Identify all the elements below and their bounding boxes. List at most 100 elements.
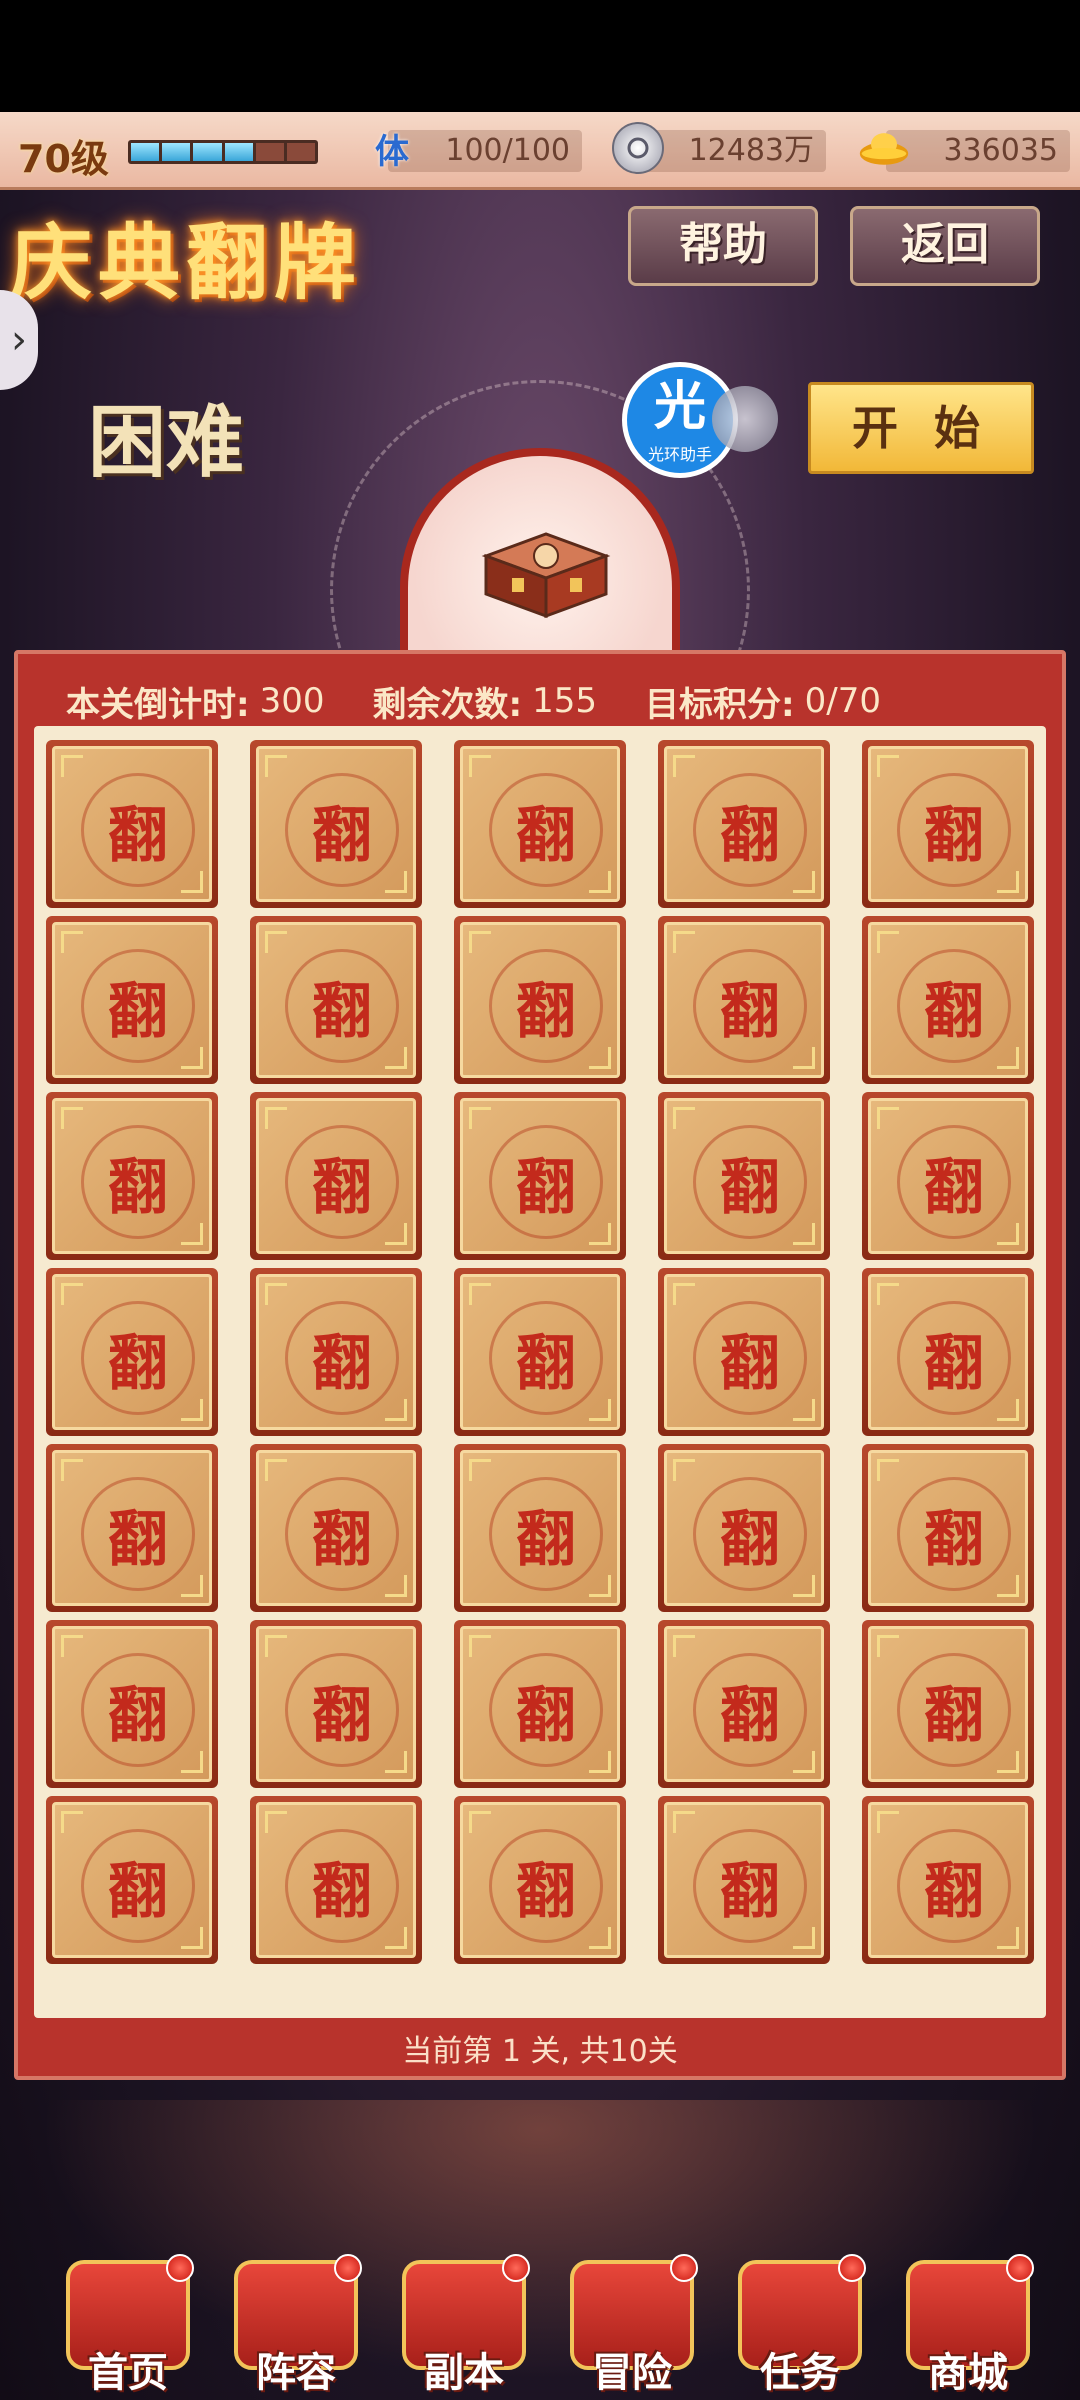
flip-card[interactable]: 翻 bbox=[46, 1268, 218, 1436]
flip-card[interactable]: 翻 bbox=[658, 1796, 830, 1964]
corner-ornament bbox=[265, 1283, 287, 1305]
corner-ornament bbox=[877, 1635, 899, 1657]
corner-ornament bbox=[997, 1927, 1019, 1949]
card-glyph: 翻 bbox=[897, 949, 1011, 1063]
flip-card[interactable]: 翻 bbox=[250, 1444, 422, 1612]
flip-card[interactable]: 翻 bbox=[454, 1444, 626, 1612]
corner-ornament bbox=[793, 1751, 815, 1773]
notification-dot bbox=[502, 2254, 530, 2282]
card-face: 翻 bbox=[664, 1626, 824, 1782]
card-glyph: 翻 bbox=[81, 773, 195, 887]
flip-card[interactable]: 翻 bbox=[862, 1092, 1034, 1260]
card-glyph: 翻 bbox=[489, 773, 603, 887]
flip-card[interactable]: 翻 bbox=[454, 1620, 626, 1788]
stamina-icon: 体 bbox=[375, 131, 409, 172]
xp-segment bbox=[131, 143, 160, 161]
card-glyph: 翻 bbox=[693, 1301, 807, 1415]
xp-segment bbox=[255, 143, 284, 161]
flip-card[interactable]: 翻 bbox=[46, 916, 218, 1084]
card-face: 翻 bbox=[664, 1274, 824, 1430]
gold-ingot-icon bbox=[858, 122, 910, 174]
flip-card[interactable]: 翻 bbox=[862, 1796, 1034, 1964]
nav-item[interactable]: 阵容 bbox=[216, 2250, 376, 2400]
card-face: 翻 bbox=[52, 1098, 212, 1254]
flip-card[interactable]: 翻 bbox=[862, 916, 1034, 1084]
corner-ornament bbox=[877, 1811, 899, 1833]
flip-card[interactable]: 翻 bbox=[454, 1796, 626, 1964]
notification-dot bbox=[838, 2254, 866, 2282]
card-glyph: 翻 bbox=[285, 1301, 399, 1415]
silver-value[interactable]: 12483万 bbox=[640, 130, 826, 172]
assistant-label: 光环助手 bbox=[647, 445, 712, 464]
flip-card[interactable]: 翻 bbox=[454, 1268, 626, 1436]
flip-card[interactable]: 翻 bbox=[46, 1092, 218, 1260]
corner-ornament bbox=[385, 1751, 407, 1773]
flip-card[interactable]: 翻 bbox=[658, 1092, 830, 1260]
corner-ornament bbox=[61, 1635, 83, 1657]
card-face: 翻 bbox=[664, 922, 824, 1078]
corner-ornament bbox=[61, 1283, 83, 1305]
card-glyph: 翻 bbox=[285, 949, 399, 1063]
flip-card[interactable]: 翻 bbox=[862, 1620, 1034, 1788]
flip-card[interactable]: 翻 bbox=[46, 740, 218, 908]
flip-card[interactable]: 翻 bbox=[250, 1796, 422, 1964]
flip-card[interactable]: 翻 bbox=[250, 740, 422, 908]
flip-card[interactable]: 翻 bbox=[658, 1268, 830, 1436]
page-title: 庆典翻牌 bbox=[10, 215, 363, 311]
nav-item[interactable]: 任务 bbox=[720, 2250, 880, 2400]
card-glyph: 翻 bbox=[693, 1477, 807, 1591]
xp-segment bbox=[286, 143, 316, 161]
flip-card[interactable]: 翻 bbox=[862, 1444, 1034, 1612]
card-glyph: 翻 bbox=[81, 1653, 195, 1767]
countdown-value: 300 bbox=[259, 681, 325, 721]
card-face: 翻 bbox=[256, 1450, 416, 1606]
nav-item[interactable]: 冒险 bbox=[552, 2250, 712, 2400]
flip-card[interactable]: 翻 bbox=[454, 740, 626, 908]
card-glyph: 翻 bbox=[693, 1125, 807, 1239]
gold-value[interactable]: 336035 bbox=[886, 130, 1070, 172]
nav-item[interactable]: 商城 bbox=[888, 2250, 1048, 2400]
flip-card[interactable]: 翻 bbox=[658, 740, 830, 908]
card-face: 翻 bbox=[664, 1450, 824, 1606]
nav-item[interactable]: 首页 bbox=[48, 2250, 208, 2400]
card-glyph: 翻 bbox=[81, 949, 195, 1063]
corner-ornament bbox=[469, 1635, 491, 1657]
flip-card[interactable]: 翻 bbox=[454, 916, 626, 1084]
card-glyph: 翻 bbox=[897, 1301, 1011, 1415]
corner-ornament bbox=[793, 1399, 815, 1421]
card-face: 翻 bbox=[256, 1626, 416, 1782]
flip-card[interactable]: 翻 bbox=[250, 916, 422, 1084]
corner-ornament bbox=[385, 1399, 407, 1421]
flip-card[interactable]: 翻 bbox=[862, 740, 1034, 908]
card-face: 翻 bbox=[868, 1802, 1028, 1958]
flip-card[interactable]: 翻 bbox=[250, 1268, 422, 1436]
card-glyph: 翻 bbox=[693, 773, 807, 887]
card-glyph: 翻 bbox=[489, 1477, 603, 1591]
card-glyph: 翻 bbox=[285, 1653, 399, 1767]
flip-card[interactable]: 翻 bbox=[862, 1268, 1034, 1436]
flip-card[interactable]: 翻 bbox=[658, 1620, 830, 1788]
flip-card[interactable]: 翻 bbox=[46, 1444, 218, 1612]
flip-card[interactable]: 翻 bbox=[454, 1092, 626, 1260]
card-face: 翻 bbox=[868, 1274, 1028, 1430]
flip-card[interactable]: 翻 bbox=[250, 1620, 422, 1788]
help-button[interactable]: 帮助 bbox=[628, 206, 818, 286]
flip-card[interactable]: 翻 bbox=[658, 1444, 830, 1612]
corner-ornament bbox=[385, 871, 407, 893]
flip-card[interactable]: 翻 bbox=[46, 1620, 218, 1788]
flip-card[interactable]: 翻 bbox=[250, 1092, 422, 1260]
nav-item[interactable]: 副本 bbox=[384, 2250, 544, 2400]
card-face: 翻 bbox=[460, 1802, 620, 1958]
corner-ornament bbox=[181, 1751, 203, 1773]
start-button[interactable]: 开 始 bbox=[808, 382, 1034, 474]
flip-card[interactable]: 翻 bbox=[46, 1796, 218, 1964]
back-button[interactable]: 返回 bbox=[850, 206, 1040, 286]
card-glyph: 翻 bbox=[693, 1829, 807, 1943]
corner-ornament bbox=[793, 871, 815, 893]
card-face: 翻 bbox=[460, 1098, 620, 1254]
corner-ornament bbox=[673, 1283, 695, 1305]
card-glyph: 翻 bbox=[489, 1125, 603, 1239]
flip-card[interactable]: 翻 bbox=[658, 916, 830, 1084]
card-glyph: 翻 bbox=[285, 1477, 399, 1591]
card-glyph: 翻 bbox=[81, 1829, 195, 1943]
